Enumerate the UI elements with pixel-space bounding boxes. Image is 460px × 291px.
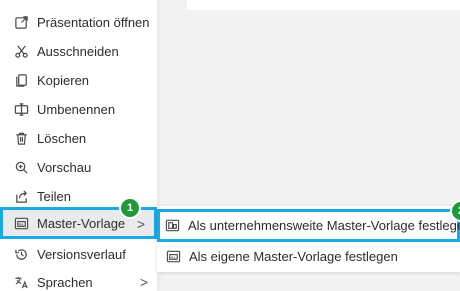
menu-item-label: Versionsverlauf (37, 247, 126, 262)
menu-item-version-history[interactable]: Versionsverlauf (0, 240, 157, 269)
scissors-icon (13, 44, 29, 60)
personal-template-icon: Aa (165, 249, 181, 265)
menu-item-label: Vorschau (37, 160, 92, 175)
copy-icon (13, 73, 29, 89)
menu-item-rename[interactable]: Umbenennen (0, 95, 157, 124)
menu-item-label: Ausschneiden (37, 44, 119, 59)
company-template-icon (165, 218, 180, 234)
context-menu: Präsentation öffnen Ausschneiden Kopiere… (0, 0, 157, 291)
menu-item-label: Teilen (37, 189, 71, 204)
chevron-right-icon: > (136, 216, 145, 232)
master-template-submenu: Als unternehmensweite Master-Vorlage fes… (157, 206, 460, 272)
menu-item-cut[interactable]: Ausschneiden (0, 37, 157, 66)
menu-item-label: Master-Vorlage (37, 215, 126, 231)
submenu-item-label: Als eigene Master-Vorlage festlegen (189, 249, 398, 264)
menu-item-open-presentation[interactable]: Präsentation öffnen (0, 8, 157, 37)
submenu-item-company-master[interactable]: Als unternehmensweite Master-Vorlage fes… (157, 209, 460, 242)
menu-item-languages[interactable]: Sprachen > (0, 268, 157, 291)
menu-item-label: Sprachen (37, 275, 93, 290)
menu-item-label: Umbenennen (37, 102, 116, 117)
trash-icon (13, 131, 29, 147)
zoom-in-icon (13, 160, 29, 176)
menu-item-copy[interactable]: Kopieren (0, 66, 157, 95)
menu-item-delete[interactable]: Löschen (0, 124, 157, 153)
submenu-item-label: Als unternehmensweite Master-Vorlage fes… (188, 218, 460, 233)
share-icon (13, 189, 29, 205)
menu-item-label: Löschen (37, 131, 87, 146)
rename-icon (13, 102, 29, 118)
app-stage: Präsentation öffnen Ausschneiden Kopiere… (0, 0, 460, 291)
menu-item-preview[interactable]: Vorschau (0, 153, 157, 182)
language-icon (13, 275, 29, 291)
svg-text:Aa: Aa (18, 222, 23, 226)
submenu-item-personal-master[interactable]: Aa Als eigene Master-Vorlage festlegen (157, 242, 460, 271)
master-template-icon: Aa (13, 215, 29, 231)
history-icon (13, 247, 29, 263)
background-strip (157, 0, 187, 10)
menu-item-label: Kopieren (37, 73, 90, 88)
chevron-right-icon: > (139, 274, 148, 290)
open-external-icon (13, 15, 29, 31)
step-badge-1: 1 (121, 199, 139, 217)
menu-item-label: Präsentation öffnen (37, 15, 150, 30)
svg-text:Aa: Aa (170, 255, 175, 259)
